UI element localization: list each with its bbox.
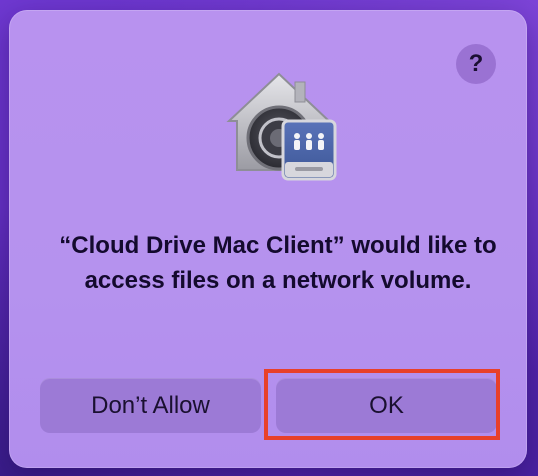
ok-label: OK	[369, 391, 404, 419]
dont-allow-button[interactable]: Don’t Allow	[40, 378, 261, 433]
network-volume-security-icon	[226, 72, 337, 181]
help-button-label: ?	[468, 50, 484, 77]
dialog-message: “Cloud Drive Mac Client” would like to a…	[59, 232, 497, 294]
help-button[interactable]: ?	[456, 44, 496, 84]
dont-allow-label: Don’t Allow	[91, 391, 210, 419]
ok-button[interactable]: OK	[276, 378, 497, 433]
